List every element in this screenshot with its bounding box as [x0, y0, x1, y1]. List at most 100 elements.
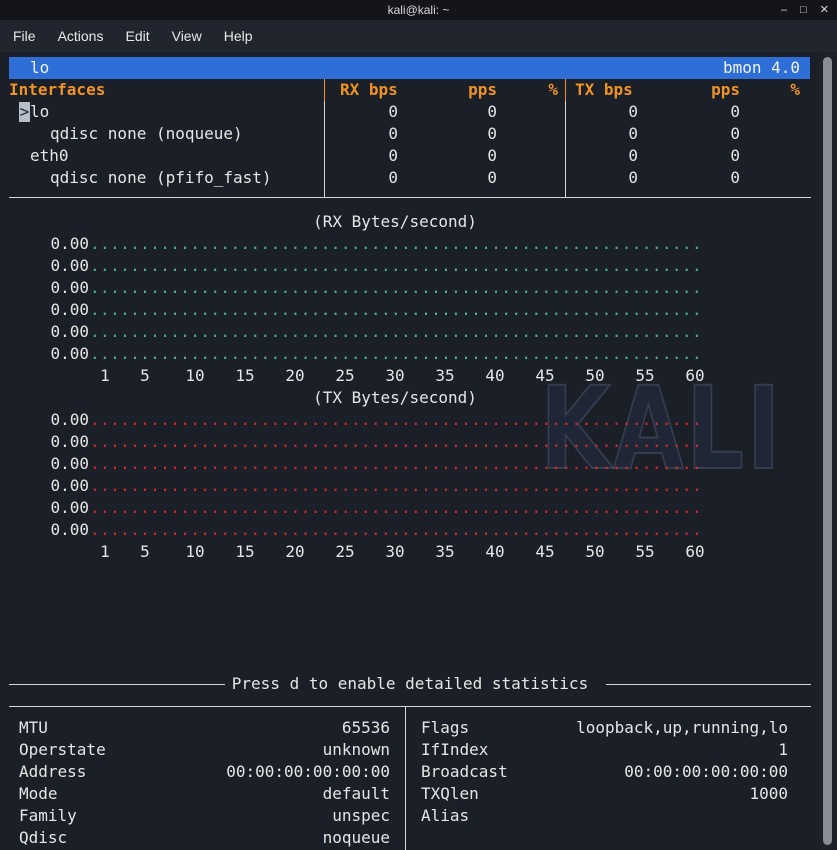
data-dots: ........................................…	[90, 520, 703, 539]
cell-rx-pps: 0	[487, 146, 497, 165]
x-tick: 5	[140, 366, 150, 385]
detail-row: Broadcast 00:00:00:00:00:00	[421, 761, 788, 783]
data-dots: ........................................…	[90, 476, 703, 495]
interface-row-qdisc[interactable]: qdisc none (noqueue) 0 0 0 0	[0, 123, 837, 145]
cell-rx-bps: 0	[388, 124, 398, 143]
col-tx-bps: TX bps	[575, 80, 633, 99]
menu-help[interactable]: Help	[224, 28, 253, 44]
x-tick: 45	[535, 366, 555, 385]
y-axis-label: 0.00	[50, 300, 89, 319]
col-rx-pps: pps	[468, 80, 497, 99]
data-dots: ........................................…	[90, 498, 703, 517]
menu-file[interactable]: File	[13, 28, 36, 44]
column-separator	[324, 79, 325, 101]
menu-view[interactable]: View	[172, 28, 202, 44]
x-tick: 1	[100, 366, 110, 385]
y-axis-label: 0.00	[50, 454, 89, 473]
y-axis-label: 0.00	[50, 520, 89, 539]
menu-actions[interactable]: Actions	[58, 28, 104, 44]
detail-value: unspec	[332, 806, 390, 825]
cell-rx-bps: 0	[388, 102, 398, 121]
terminal[interactable]: KALI lo bmon 4.0 Interfaces RX bps pps %…	[0, 52, 837, 850]
cell-rx-bps: 0	[388, 168, 398, 187]
graph-row: 0.00....................................…	[0, 519, 837, 541]
detailed-stats-hint-row: Press d to enable detailed statistics	[9, 673, 811, 695]
column-separator	[565, 101, 566, 197]
hint-right-rule	[606, 684, 811, 685]
graph-row: 0.00....................................…	[0, 277, 837, 299]
data-dots: ........................................…	[90, 256, 703, 275]
graph-title: (TX Bytes/second)	[313, 388, 477, 407]
detail-value: loopback,up,running,lo	[576, 718, 788, 737]
detail-value: unknown	[322, 740, 390, 759]
minimize-button-icon[interactable]: –	[781, 0, 787, 20]
graph-row: 0.00....................................…	[0, 255, 837, 277]
x-tick: 45	[535, 542, 555, 561]
col-tx-pps: pps	[711, 80, 740, 99]
x-axis: 1 5 10 15 20 25 30 35 40 45 50 55 60	[0, 365, 837, 387]
cell-rx-pps: 0	[487, 124, 497, 143]
details-divider	[405, 706, 406, 850]
interface-name: qdisc none (noqueue)	[50, 124, 243, 143]
detail-row: Operstate unknown	[19, 739, 390, 761]
detail-value: default	[322, 784, 390, 803]
x-tick: 55	[635, 542, 655, 561]
y-axis-label: 0.00	[50, 344, 89, 363]
x-tick: 40	[485, 542, 505, 561]
col-interfaces: Interfaces	[9, 80, 106, 99]
cell-tx-pps: 0	[730, 146, 740, 165]
data-dots: ........................................…	[90, 410, 703, 429]
data-dots: ........................................…	[90, 432, 703, 451]
interface-row-lo[interactable]: > lo 0 0 0 0	[0, 101, 837, 123]
menu-edit[interactable]: Edit	[125, 28, 149, 44]
hint-left-rule	[9, 684, 225, 685]
detail-value: 00:00:00:00:00:00	[624, 762, 788, 781]
x-tick: 55	[635, 366, 655, 385]
graph-row: 0.00....................................…	[0, 475, 837, 497]
y-axis-label: 0.00	[50, 432, 89, 451]
y-axis-label: 0.00	[50, 278, 89, 297]
x-tick: 50	[585, 366, 605, 385]
close-button-icon[interactable]: ✕	[820, 0, 829, 20]
detail-value: noqueue	[322, 828, 390, 847]
scrollbar-thumb[interactable]	[823, 57, 832, 845]
graph-row: 0.00....................................…	[0, 299, 837, 321]
x-tick: 25	[335, 366, 355, 385]
detail-row: Flags loopback,up,running,lo	[421, 717, 788, 739]
graph-title: (RX Bytes/second)	[313, 212, 477, 231]
detail-value: 65536	[341, 718, 390, 737]
window-titlebar: kali@kali: ~ – □ ✕	[0, 0, 837, 20]
data-dots: ........................................…	[90, 234, 703, 253]
graph-row: 0.00....................................…	[0, 497, 837, 519]
x-tick: 10	[185, 542, 205, 561]
x-tick: 25	[335, 542, 355, 561]
x-tick: 60	[685, 366, 705, 385]
bmon-version: bmon 4.0	[722, 58, 800, 77]
detail-row: Qdisc noqueue	[19, 827, 390, 849]
interface-row-qdisc[interactable]: qdisc none (pfifo_fast) 0 0 0 0	[0, 167, 837, 189]
interface-name: qdisc none (pfifo_fast)	[50, 168, 272, 187]
x-tick: 20	[285, 542, 305, 561]
window-title: kali@kali: ~	[387, 3, 450, 17]
selected-interface-label: lo	[30, 58, 50, 77]
cell-tx-pps: 0	[730, 124, 740, 143]
detail-value: 1	[778, 740, 788, 759]
y-axis-label: 0.00	[50, 256, 89, 275]
maximize-button-icon[interactable]: □	[800, 0, 807, 20]
data-dots: ........................................…	[90, 322, 703, 341]
detail-label: Operstate	[19, 740, 106, 759]
x-tick: 5	[140, 542, 150, 561]
detail-label: TXQlen	[421, 784, 479, 803]
scrollbar-track[interactable]	[819, 52, 837, 850]
details-left-panel: MTU 65536 Operstate unknown Address 00:00:00:…	[19, 717, 390, 849]
detail-label: Address	[19, 762, 87, 781]
detail-row: Address 00:00:00:00:00:00	[19, 761, 390, 783]
x-tick: 60	[685, 542, 705, 561]
x-tick: 40	[485, 366, 505, 385]
detail-row: MTU 65536	[19, 717, 390, 739]
graph-row: 0.00....................................…	[0, 343, 837, 365]
cell-tx-bps: 0	[628, 124, 638, 143]
menubar: File Actions Edit View Help	[0, 20, 837, 52]
detailed-stats-hint: Press d to enable detailed statistics	[231, 674, 589, 693]
interface-row-eth0[interactable]: eth0 0 0 0 0	[0, 145, 837, 167]
